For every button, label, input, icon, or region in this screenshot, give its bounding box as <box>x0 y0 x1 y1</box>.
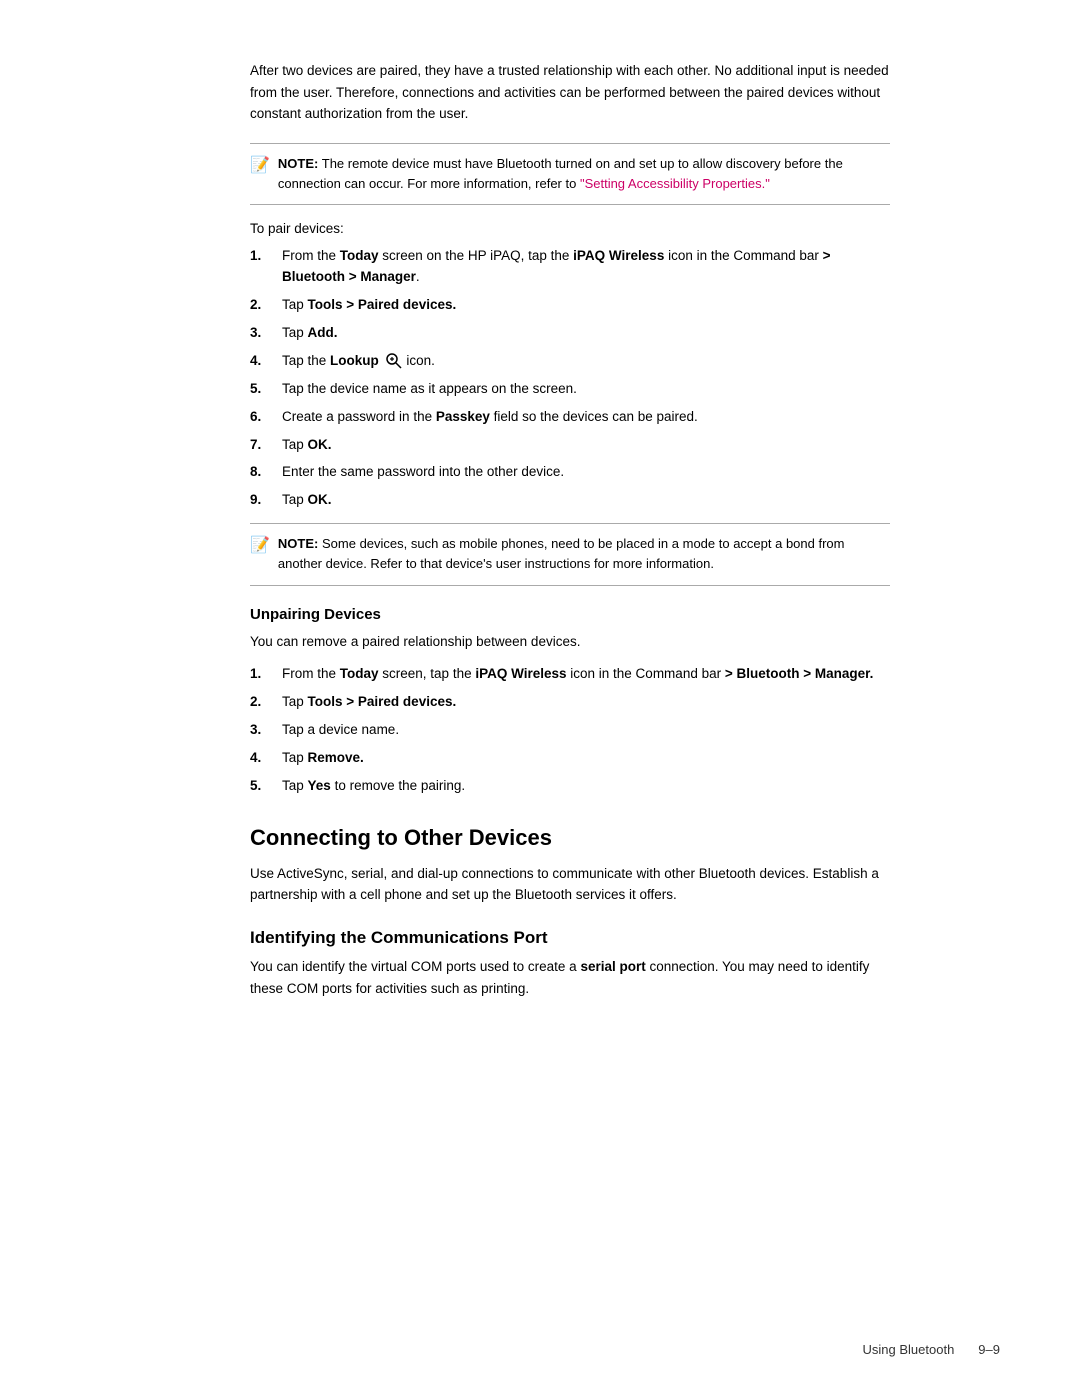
footer-page: 9–9 <box>978 1342 1000 1357</box>
pair-step-1-text: From the Today screen on the HP iPAQ, ta… <box>282 246 890 288</box>
identifying-section: Identifying the Communications Port You … <box>250 928 890 999</box>
pair-step-2: 2. Tap Tools > Paired devices. <box>250 295 890 316</box>
note-box-1: 📝 NOTE: The remote device must have Blue… <box>250 143 890 205</box>
pair-step-5-text: Tap the device name as it appears on the… <box>282 379 890 400</box>
connecting-intro: Use ActiveSync, serial, and dial-up conn… <box>250 863 890 906</box>
pair-step-6-text: Create a password in the Passkey field s… <box>282 407 890 428</box>
unpair-step-5-text: Tap Yes to remove the pairing. <box>282 776 890 797</box>
unpair-step-5-num: 5. <box>250 776 282 797</box>
pair-step-1: 1. From the Today screen on the HP iPAQ,… <box>250 246 890 288</box>
pair-step-3-num: 3. <box>250 323 282 344</box>
pair-step-6: 6. Create a password in the Passkey fiel… <box>250 407 890 428</box>
footer: Using Bluetooth 9–9 <box>863 1342 1000 1357</box>
unpairing-steps-list: 1. From the Today screen, tap the iPAQ W… <box>250 664 890 797</box>
pair-step-8: 8. Enter the same password into the othe… <box>250 462 890 483</box>
unpairing-intro: You can remove a paired relationship bet… <box>250 631 890 653</box>
identifying-intro: You can identify the virtual COM ports u… <box>250 956 890 999</box>
unpairing-title: Unpairing Devices <box>250 606 890 623</box>
pair-step-7-num: 7. <box>250 435 282 456</box>
pair-step-2-text: Tap Tools > Paired devices. <box>282 295 890 316</box>
unpair-step-1-num: 1. <box>250 664 282 685</box>
pair-step-2-num: 2. <box>250 295 282 316</box>
note-text-2: NOTE: Some devices, such as mobile phone… <box>278 534 890 574</box>
pair-step-5-num: 5. <box>250 379 282 400</box>
unpair-step-3-num: 3. <box>250 720 282 741</box>
pair-step-4-text: Tap the Lookup icon. <box>282 351 890 372</box>
unpair-step-3-text: Tap a device name. <box>282 720 890 741</box>
unpair-step-1-text: From the Today screen, tap the iPAQ Wire… <box>282 664 890 685</box>
connecting-section: Connecting to Other Devices Use ActiveSy… <box>250 825 890 906</box>
note-bold-1: NOTE: <box>278 156 318 171</box>
pair-step-3: 3. Tap Add. <box>250 323 890 344</box>
note-icon-2: 📝 <box>250 535 270 555</box>
unpair-step-4-num: 4. <box>250 748 282 769</box>
page: After two devices are paired, they have … <box>0 0 1080 1397</box>
to-pair-label: To pair devices: <box>250 221 890 236</box>
identifying-title: Identifying the Communications Port <box>250 928 890 948</box>
pair-step-4-num: 4. <box>250 351 282 372</box>
pair-step-9-text: Tap OK. <box>282 490 890 511</box>
note-text-1: NOTE: The remote device must have Blueto… <box>278 154 890 194</box>
serial-port-bold: serial port <box>580 959 645 974</box>
pair-step-9: 9. Tap OK. <box>250 490 890 511</box>
pair-step-4: 4. Tap the Lookup icon. <box>250 351 890 372</box>
unpair-step-2-num: 2. <box>250 692 282 713</box>
note-icon-1: 📝 <box>250 155 270 175</box>
pair-step-5: 5. Tap the device name as it appears on … <box>250 379 890 400</box>
pair-step-7-text: Tap OK. <box>282 435 890 456</box>
unpair-step-2-text: Tap Tools > Paired devices. <box>282 692 890 713</box>
pair-step-9-num: 9. <box>250 490 282 511</box>
pair-step-6-num: 6. <box>250 407 282 428</box>
note-body-2: Some devices, such as mobile phones, nee… <box>278 536 845 571</box>
unpair-step-4-text: Tap Remove. <box>282 748 890 769</box>
unpair-step-5: 5. Tap Yes to remove the pairing. <box>250 776 890 797</box>
unpair-step-2: 2. Tap Tools > Paired devices. <box>250 692 890 713</box>
pair-step-8-num: 8. <box>250 462 282 483</box>
unpair-step-4: 4. Tap Remove. <box>250 748 890 769</box>
note-box-2: 📝 NOTE: Some devices, such as mobile pho… <box>250 523 890 585</box>
pair-steps-list: 1. From the Today screen on the HP iPAQ,… <box>250 246 890 511</box>
pair-step-7: 7. Tap OK. <box>250 435 890 456</box>
note-bold-2: NOTE: <box>278 536 318 551</box>
pair-step-1-num: 1. <box>250 246 282 267</box>
intro-paragraph: After two devices are paired, they have … <box>250 60 890 125</box>
unpair-step-1: 1. From the Today screen, tap the iPAQ W… <box>250 664 890 685</box>
note-link-1[interactable]: "Setting Accessibility Properties." <box>580 176 770 191</box>
unpairing-section: Unpairing Devices You can remove a paire… <box>250 606 890 797</box>
footer-label: Using Bluetooth <box>863 1342 955 1357</box>
content-area: After two devices are paired, they have … <box>190 60 890 999</box>
lookup-icon <box>385 352 403 370</box>
unpair-step-3: 3. Tap a device name. <box>250 720 890 741</box>
pair-step-3-text: Tap Add. <box>282 323 890 344</box>
pair-step-8-text: Enter the same password into the other d… <box>282 462 890 483</box>
connecting-title: Connecting to Other Devices <box>250 825 890 851</box>
